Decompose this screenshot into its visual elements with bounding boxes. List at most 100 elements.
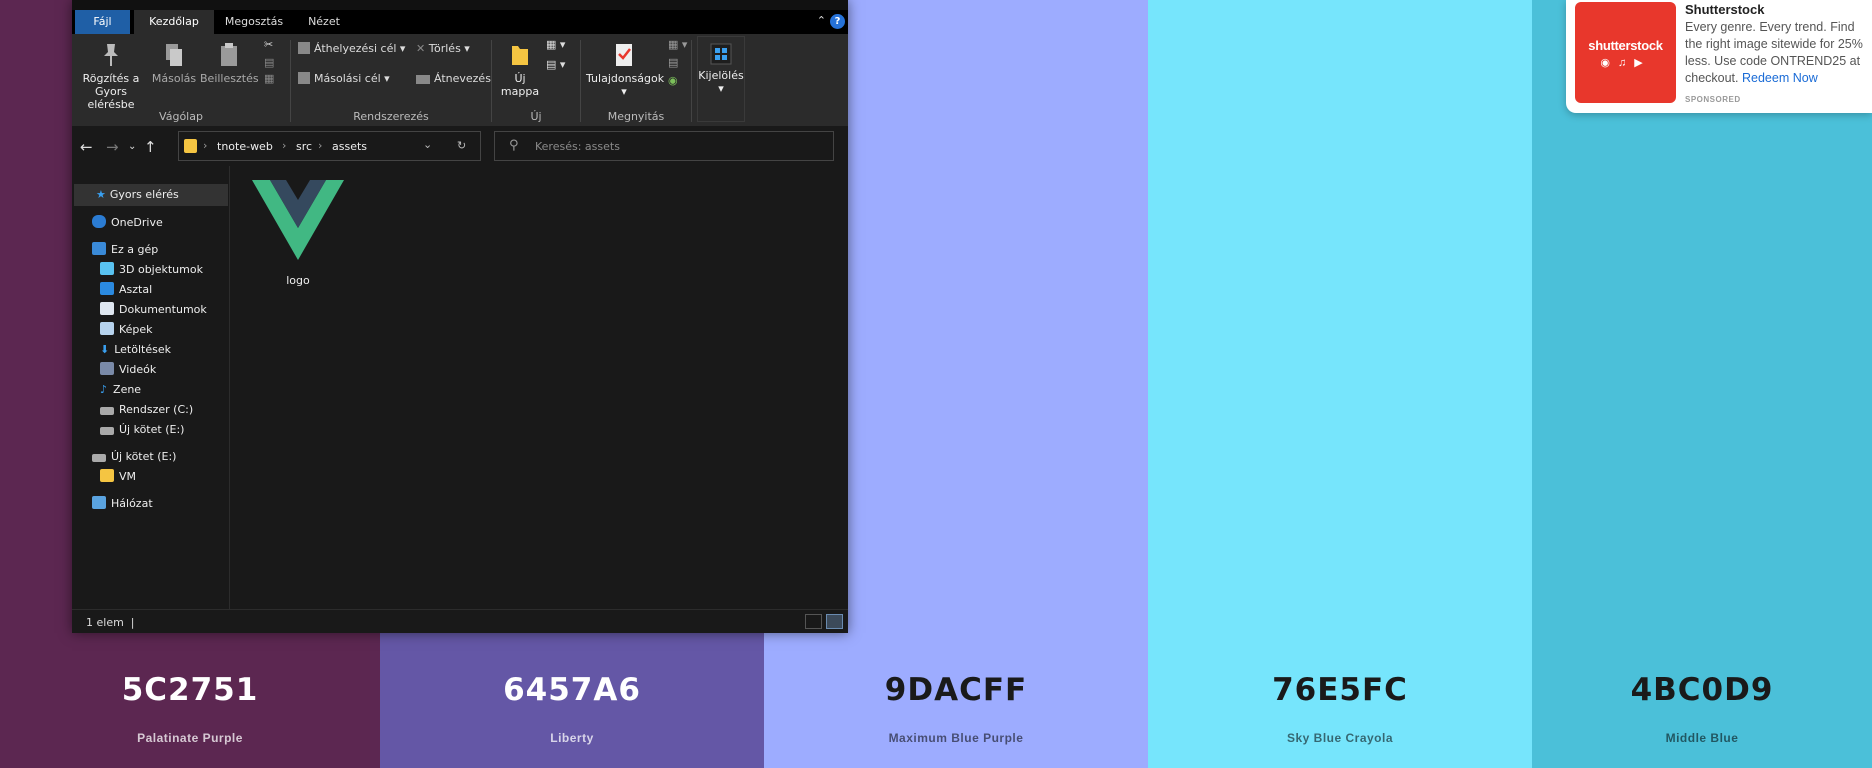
- pictures-icon: [100, 322, 114, 335]
- sidebar-item-videos[interactable]: Videók: [100, 359, 156, 381]
- paste-label: Beillesztés: [200, 72, 259, 85]
- swatch-middle-blue[interactable]: 4BC0D9 Middle Blue: [1532, 0, 1872, 768]
- search-input[interactable]: ⚲ Keresés: assets: [494, 131, 834, 161]
- back-icon[interactable]: ←: [80, 138, 93, 156]
- breadcrumb-src[interactable]: src: [296, 140, 312, 153]
- pin-icon: [104, 44, 118, 66]
- file-explorer-window: Fájl Kezdőlap Megosztás Nézet ⌃ ? Rögzít…: [72, 0, 848, 633]
- sidebar-item-network[interactable]: Hálózat: [92, 493, 153, 515]
- pin-label: Rögzítés a Gyors elérésbe: [82, 72, 140, 111]
- copy-path-icon[interactable]: ▤: [264, 56, 274, 69]
- network-icon: [92, 496, 106, 509]
- properties-button[interactable]: Tulajdonságok ▾: [586, 42, 665, 98]
- sidebar-item-label: Videók: [119, 363, 157, 376]
- navigation-pane: ★ Gyors elérés OneDrive Ez a gép 3D objek…: [72, 166, 230, 609]
- details-view-icon[interactable]: [805, 614, 822, 629]
- swatch-name: Middle Blue: [1665, 731, 1739, 745]
- paste-icon: [221, 43, 237, 66]
- sidebar-item-quick-access[interactable]: ★ Gyors elérés: [74, 184, 228, 206]
- group-new: Új: [530, 110, 542, 123]
- new-folder-button[interactable]: Új mappa: [496, 42, 544, 98]
- address-bar[interactable]: › tnote-web › src › assets ⌄ ↻: [178, 131, 481, 161]
- sponsored-ad[interactable]: shutterstock ◉♫▶ Shutterstock Every genr…: [1566, 0, 1872, 113]
- copy-button[interactable]: Másolás: [150, 42, 198, 85]
- sidebar-item-volume-e-root[interactable]: Új kötet (E:): [92, 446, 176, 468]
- paste-shortcut-icon[interactable]: ▦: [264, 72, 274, 85]
- easy-access-icon[interactable]: ▤ ▾: [546, 58, 565, 71]
- new-item-icon[interactable]: ▦ ▾: [546, 38, 565, 51]
- recent-locations-icon[interactable]: ⌄: [128, 141, 136, 152]
- address-dropdown-icon[interactable]: ⌄: [423, 138, 432, 151]
- paste-button[interactable]: Beillesztés: [200, 42, 259, 85]
- tab-share[interactable]: Megosztás: [214, 10, 294, 34]
- sidebar-item-system-c[interactable]: Rendszer (C:): [100, 399, 193, 421]
- select-label: Kijelölés: [698, 69, 744, 82]
- sidebar-item-label: Hálózat: [111, 497, 153, 510]
- sidebar-item-documents[interactable]: Dokumentumok: [100, 299, 207, 321]
- sidebar-item-label: Asztal: [119, 283, 153, 296]
- rename-button[interactable]: Átnevezés: [416, 72, 491, 85]
- sidebar-item-desktop[interactable]: Asztal: [100, 279, 152, 301]
- swatch-hex: 9DACFF: [884, 672, 1028, 708]
- history-icon[interactable]: ◉: [668, 74, 678, 87]
- refresh-icon[interactable]: ↻: [457, 139, 466, 152]
- rename-icon: [416, 75, 430, 84]
- forward-icon[interactable]: →: [106, 138, 119, 156]
- ad-body: Every genre. Every trend. Find the right…: [1685, 19, 1872, 87]
- cube-icon: [100, 262, 114, 275]
- copy-to-button[interactable]: Másolási cél ▾: [298, 72, 390, 85]
- sidebar-item-label: Rendszer (C:): [119, 403, 194, 416]
- swatch-sky-blue-crayola[interactable]: 76E5FC Sky Blue Crayola: [1148, 0, 1532, 768]
- sidebar-item-vm[interactable]: VM: [100, 466, 136, 488]
- edit-icon[interactable]: ▤: [668, 56, 678, 69]
- sidebar-item-label: Új kötet (E:): [119, 423, 185, 436]
- sidebar-item-label: Gyors elérés: [109, 188, 179, 201]
- music-icon: ♪: [100, 383, 108, 396]
- ad-title[interactable]: Shutterstock: [1685, 2, 1764, 17]
- rename-label: Átnevezés: [434, 72, 491, 85]
- move-to-label: Áthelyezési cél: [314, 42, 397, 55]
- sidebar-item-pictures[interactable]: Képek: [100, 319, 153, 341]
- drive-icon: [100, 407, 114, 415]
- file-item-logo[interactable]: logo: [252, 180, 344, 287]
- title-bar[interactable]: [72, 0, 848, 10]
- download-icon: ⬇: [100, 343, 110, 356]
- sidebar-item-downloads[interactable]: ⬇ Letöltések: [100, 339, 171, 361]
- new-folder-label: Új mappa: [500, 72, 540, 98]
- pin-quick-access-button[interactable]: Rögzítés a Gyors elérésbe: [78, 42, 144, 111]
- media-icons: ◉♫▶: [1600, 57, 1651, 69]
- breadcrumb-tnote-web[interactable]: tnote-web: [217, 140, 273, 153]
- cloud-icon: [92, 215, 106, 228]
- search-icon: ⚲: [509, 138, 519, 153]
- shutterstock-logo[interactable]: shutterstock ◉♫▶: [1575, 2, 1676, 103]
- redeem-link[interactable]: Redeem Now: [1742, 71, 1818, 85]
- open-icon[interactable]: ▦ ▾: [668, 38, 687, 51]
- tab-home[interactable]: Kezdőlap: [134, 10, 214, 34]
- breadcrumb-assets[interactable]: assets: [332, 140, 367, 153]
- sidebar-item-this-pc[interactable]: Ez a gép: [92, 239, 158, 261]
- sidebar-item-3d-objects[interactable]: 3D objektumok: [100, 259, 203, 281]
- sidebar-item-label: Képek: [119, 323, 153, 336]
- file-list[interactable]: logo: [231, 166, 848, 609]
- sidebar-item-music[interactable]: ♪ Zene: [100, 379, 141, 401]
- swatch-name: Palatinate Purple: [137, 731, 243, 745]
- vue-logo-icon: [252, 180, 344, 260]
- select-button[interactable]: Kijelölés ▾: [697, 36, 745, 122]
- cut-icon[interactable]: ✂: [264, 38, 273, 51]
- sidebar-item-onedrive[interactable]: OneDrive: [92, 212, 163, 234]
- swatch-name: Sky Blue Crayola: [1286, 731, 1394, 745]
- delete-button[interactable]: ✕ Törlés ▾: [416, 42, 470, 55]
- tab-view[interactable]: Nézet: [294, 10, 354, 34]
- move-to-button[interactable]: Áthelyezési cél ▾: [298, 42, 405, 55]
- help-icon[interactable]: ?: [830, 14, 845, 29]
- ribbon-tabs: Fájl Kezdőlap Megosztás Nézet ⌃ ?: [72, 10, 848, 34]
- up-icon[interactable]: ↑: [144, 138, 157, 156]
- collapse-ribbon-icon[interactable]: ⌃: [817, 14, 826, 27]
- address-bar-row: ← → ⌄ ↑ › tnote-web › src › assets ⌄ ↻ ⚲…: [72, 126, 848, 166]
- sidebar-item-label: 3D objektumok: [119, 263, 203, 276]
- tab-file[interactable]: Fájl: [75, 10, 130, 34]
- group-open: Megnyitás: [607, 110, 665, 123]
- sidebar-item-volume-e[interactable]: Új kötet (E:): [100, 419, 184, 441]
- properties-label: Tulajdonságok: [586, 72, 665, 85]
- large-icons-view-icon[interactable]: [826, 614, 843, 629]
